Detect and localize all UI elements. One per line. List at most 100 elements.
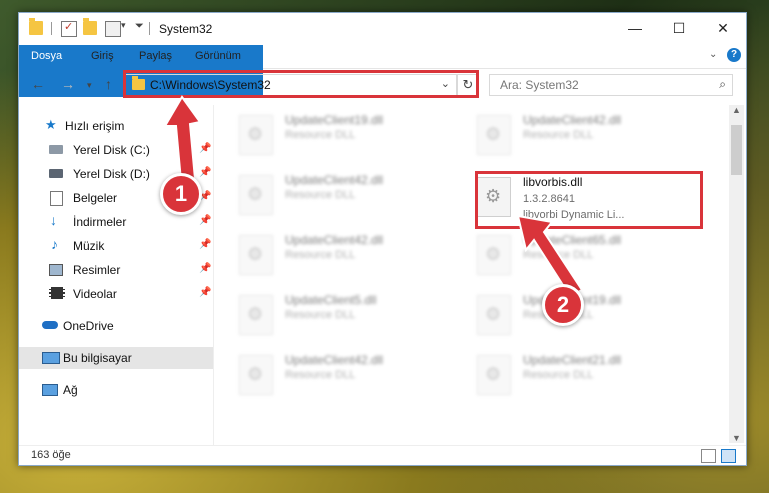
divider — [149, 22, 150, 35]
sidebar-item-label: Yerel Disk (C:) — [73, 143, 150, 157]
details-view-icon[interactable] — [701, 449, 716, 463]
callout-badge-1: 1 — [160, 173, 202, 215]
back-arrow-icon[interactable]: ← — [31, 76, 45, 92]
sidebar-item-music[interactable]: ♪ Müzik 📌 — [19, 235, 213, 257]
file-name: UpdateClient42.dll — [285, 173, 384, 187]
recent-locations-chevron-icon[interactable]: ▾ — [87, 80, 92, 91]
sidebar-item-videos[interactable]: Videolar 📌 — [19, 283, 213, 305]
tiles-view-icon[interactable] — [721, 449, 736, 463]
sidebar-item-network[interactable]: Ağ — [19, 379, 213, 401]
pin-icon[interactable]: 📌 — [199, 287, 211, 298]
list-item[interactable]: UpdateClient5.dll Resource DLL — [217, 285, 437, 337]
file-name: UpdateClient42.dll — [285, 353, 384, 367]
file-type: Resource DLL — [285, 129, 356, 141]
sidebar-item-label: OneDrive — [63, 319, 114, 333]
file-type: Resource DLL — [285, 309, 356, 321]
list-item[interactable]: UpdateClient42.dll Resource DLL — [455, 105, 675, 157]
dll-file-icon — [239, 115, 273, 155]
dll-file-icon — [477, 355, 511, 395]
file-type: Resource DLL — [285, 369, 356, 381]
download-icon: ↓ — [50, 212, 57, 228]
dll-file-icon — [239, 175, 273, 215]
list-item[interactable]: UpdateClient42.dll Resource DLL — [217, 165, 437, 217]
scroll-thumb[interactable] — [731, 125, 742, 175]
pin-icon[interactable]: 📌 — [199, 239, 211, 250]
customize-toolbar-icon[interactable]: ⏷ — [135, 20, 144, 33]
file-type: Resource DLL — [523, 369, 594, 381]
file-name: UpdateClient42.dll — [523, 113, 622, 127]
sidebar-item-label: Videolar — [73, 287, 117, 301]
pin-icon[interactable]: 📌 — [199, 215, 211, 226]
scroll-down-icon[interactable]: ▼ — [732, 433, 741, 443]
chevron-down-icon[interactable]: ▾ — [121, 20, 126, 31]
search-icon[interactable]: ⌕ — [719, 77, 726, 92]
cloud-icon — [42, 321, 58, 329]
pictures-icon — [49, 264, 63, 276]
ribbon-tabs: Dosya Giriş Paylaş Görünüm ⌄ ? — [19, 45, 746, 97]
sidebar-item-pictures[interactable]: Resimler 📌 — [19, 259, 213, 281]
up-arrow-icon[interactable]: ↑ — [105, 76, 112, 92]
maximize-button[interactable]: ☐ — [657, 13, 701, 43]
folder-icon — [29, 18, 43, 35]
search-input[interactable]: Ara: System32 — [500, 78, 579, 92]
new-folder-icon[interactable] — [83, 18, 97, 35]
scroll-up-icon[interactable]: ▲ — [732, 105, 741, 115]
arrow-2-shape — [516, 214, 584, 298]
file-name: UpdateClient42.dll — [285, 233, 384, 247]
item-count: 163 öğe — [31, 449, 71, 461]
help-icon[interactable]: ? — [727, 48, 741, 62]
sidebar-item-label: Hızlı erişim — [65, 119, 125, 133]
dll-file-icon — [239, 295, 273, 335]
tab-view[interactable]: Görünüm — [183, 45, 253, 68]
navigation-row: ← → ▾ ↑ C:\Windows\System32 ⌄ ↻ Ara: Sys… — [19, 69, 746, 101]
close-button[interactable]: ✕ — [701, 13, 745, 43]
tab-home[interactable]: Giriş — [79, 45, 126, 68]
search-box[interactable]: Ara: System32 ⌕ — [489, 74, 733, 96]
properties-check-icon[interactable] — [61, 20, 77, 37]
documents-icon — [50, 191, 63, 206]
title-bar: ▾ ⏷ System32 — ☐ ✕ — [19, 13, 746, 45]
sidebar-item-this-pc[interactable]: Bu bilgisayar — [19, 347, 213, 369]
file-list: UpdateClient19.dll Resource DLL UpdateCl… — [217, 105, 727, 445]
tab-share[interactable]: Paylaş — [127, 45, 184, 68]
divider — [51, 22, 52, 35]
file-name: UpdateClient5.dll — [285, 293, 377, 307]
explorer-window: ▾ ⏷ System32 — ☐ ✕ Dosya Giriş Paylaş Gö… — [18, 12, 747, 466]
expand-ribbon-icon[interactable]: ⌄ — [709, 49, 717, 60]
view-options-icon[interactable] — [105, 21, 121, 37]
dll-file-icon — [239, 235, 273, 275]
music-icon: ♪ — [51, 236, 58, 252]
window-title: System32 — [159, 22, 213, 36]
drive-icon — [49, 169, 63, 178]
file-type: Resource DLL — [285, 189, 356, 201]
network-icon — [42, 384, 58, 396]
file-type: Resource DLL — [523, 129, 594, 141]
file-type: Resource DLL — [285, 249, 356, 261]
sidebar-item-label: Ağ — [63, 383, 78, 397]
sidebar-item-label: Müzik — [73, 239, 105, 253]
file-name: UpdateClient19.dll — [285, 113, 384, 127]
list-item[interactable]: UpdateClient42.dll Resource DLL — [217, 225, 437, 277]
sidebar-item-label: Bu bilgisayar — [63, 351, 132, 365]
file-name: UpdateClient21.dll — [523, 353, 622, 367]
sidebar-item-onedrive[interactable]: OneDrive — [19, 315, 213, 337]
dll-file-icon — [239, 355, 273, 395]
callout-badge-2: 2 — [542, 284, 584, 326]
sidebar-item-label: Yerel Disk (D:) — [73, 167, 150, 181]
list-item[interactable]: UpdateClient19.dll Resource DLL — [217, 105, 437, 157]
star-icon: ★ — [45, 117, 57, 132]
pin-icon[interactable]: 📌 — [199, 263, 211, 274]
sidebar-item-label: Belgeler — [73, 191, 118, 205]
vertical-scrollbar[interactable]: ▲ ▼ — [729, 105, 744, 443]
sidebar-item-label: Resimler — [73, 263, 121, 277]
minimize-button[interactable]: — — [613, 13, 657, 43]
status-bar: 163 öğe — [19, 445, 746, 466]
videos-icon — [49, 287, 65, 299]
sidebar-item-label: İndirmeler — [73, 215, 127, 229]
list-item[interactable]: UpdateClient42.dll Resource DLL — [217, 345, 437, 397]
dll-file-icon — [477, 295, 511, 335]
dll-file-icon — [477, 115, 511, 155]
forward-arrow-icon[interactable]: → — [61, 76, 75, 92]
computer-icon — [42, 352, 60, 364]
list-item[interactable]: UpdateClient21.dll Resource DLL — [455, 345, 675, 397]
